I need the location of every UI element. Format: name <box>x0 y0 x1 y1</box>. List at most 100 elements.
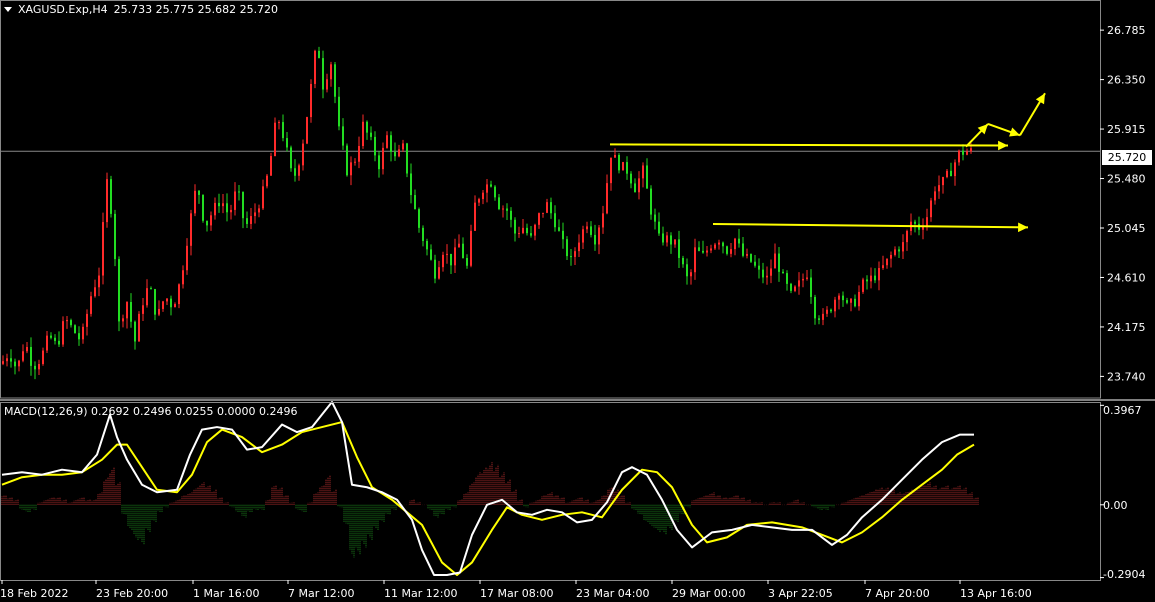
candle-body <box>802 278 804 281</box>
candle-body <box>98 275 100 288</box>
candle-body <box>270 156 272 176</box>
price-tick-label: 23.740 <box>1107 370 1146 383</box>
candle-body <box>826 309 828 314</box>
candle-body <box>310 83 312 118</box>
candle-body <box>394 151 396 157</box>
candle-body <box>674 239 676 245</box>
candle-body <box>498 197 500 210</box>
candle-body <box>266 175 268 187</box>
candle-body <box>402 143 404 150</box>
candle-body <box>742 243 744 256</box>
candle-body <box>906 230 908 243</box>
candle-body <box>602 213 604 228</box>
candle-body <box>10 358 12 362</box>
time-tick-label: 1 Mar 16:00 <box>193 587 259 600</box>
candle-body <box>670 235 672 245</box>
arrow-head <box>998 140 1008 151</box>
candle-body <box>90 296 92 314</box>
candle-body <box>242 192 244 219</box>
candle-body <box>718 242 720 245</box>
candle-body <box>78 333 80 340</box>
candle-body <box>890 254 892 259</box>
candle-body <box>594 234 596 245</box>
candle-body <box>698 247 700 251</box>
candle-body <box>558 227 560 231</box>
candle-body <box>646 165 648 189</box>
candle-body <box>678 239 680 258</box>
candle-body <box>690 272 692 277</box>
candle-body <box>774 253 776 269</box>
candle-body <box>458 243 460 248</box>
candle-body <box>762 269 764 278</box>
macd-tick-label: 0.00 <box>1103 499 1128 512</box>
candle-body <box>390 135 392 152</box>
candle-body <box>110 179 112 214</box>
candle-body <box>138 313 140 342</box>
candle-body <box>326 79 328 90</box>
candle-body <box>58 340 60 345</box>
candle-body <box>518 233 520 235</box>
price-tick-label: 25.915 <box>1107 123 1146 136</box>
candle-body <box>334 64 336 97</box>
candle-body <box>846 300 848 303</box>
trend-arrow-line <box>609 143 1009 147</box>
trading-chart[interactable]: 26.785 26.350 25.915 25.480 25.045 24.610 24.1… <box>0 0 1155 602</box>
candle-body <box>538 213 540 225</box>
candle-body <box>226 203 228 213</box>
candle-body <box>482 192 484 200</box>
candle-body <box>914 221 916 224</box>
candle-body <box>302 143 304 166</box>
candle-body <box>634 183 636 193</box>
candle-body <box>530 233 532 236</box>
candle-body <box>146 288 148 306</box>
candle-body <box>546 202 548 213</box>
candle-body <box>822 313 824 320</box>
candle-body <box>466 258 468 266</box>
candle-body <box>330 64 332 80</box>
candle-body <box>286 138 288 148</box>
candle-body <box>158 308 160 315</box>
price-tick-label: 25.480 <box>1107 173 1146 186</box>
candle-body <box>566 239 568 257</box>
candle-body <box>2 361 4 364</box>
candle-body <box>702 250 704 253</box>
candle-body <box>522 227 524 234</box>
candle-body <box>542 212 544 214</box>
candle-body <box>250 216 252 224</box>
candle-body <box>470 230 472 266</box>
candle-body <box>38 364 40 370</box>
candle-body <box>86 313 88 327</box>
candle-body <box>870 275 872 282</box>
candle-body <box>838 295 840 300</box>
candle-body <box>834 299 836 312</box>
candle-body <box>290 147 292 169</box>
candle-body <box>814 296 816 319</box>
candle-body <box>170 298 172 308</box>
candle-body <box>210 215 212 226</box>
candle-body <box>734 238 736 250</box>
candle-body <box>902 242 904 252</box>
candle-body <box>810 277 812 297</box>
candle-body <box>206 220 208 226</box>
candle-body <box>598 227 600 245</box>
candle-body <box>126 302 128 319</box>
candle-body <box>854 298 856 307</box>
candle-body <box>586 226 588 230</box>
candle-body <box>214 202 216 216</box>
candle-body <box>750 254 752 262</box>
candle-body <box>102 222 104 276</box>
macd-tick-label: 0.3967 <box>1103 404 1142 417</box>
candle-body <box>730 249 732 254</box>
candle-body <box>282 122 284 139</box>
candle-body <box>406 143 408 174</box>
candle-body <box>186 245 188 271</box>
candle-body <box>926 217 928 227</box>
candle-body <box>254 212 256 217</box>
candle-body <box>842 295 844 301</box>
candle-body <box>410 173 412 196</box>
macd-pane[interactable] <box>1 401 979 576</box>
price-pane[interactable] <box>0 46 1100 380</box>
price-tick-label: 24.610 <box>1107 271 1146 284</box>
candle-body <box>218 202 220 207</box>
candle-body <box>366 121 368 133</box>
